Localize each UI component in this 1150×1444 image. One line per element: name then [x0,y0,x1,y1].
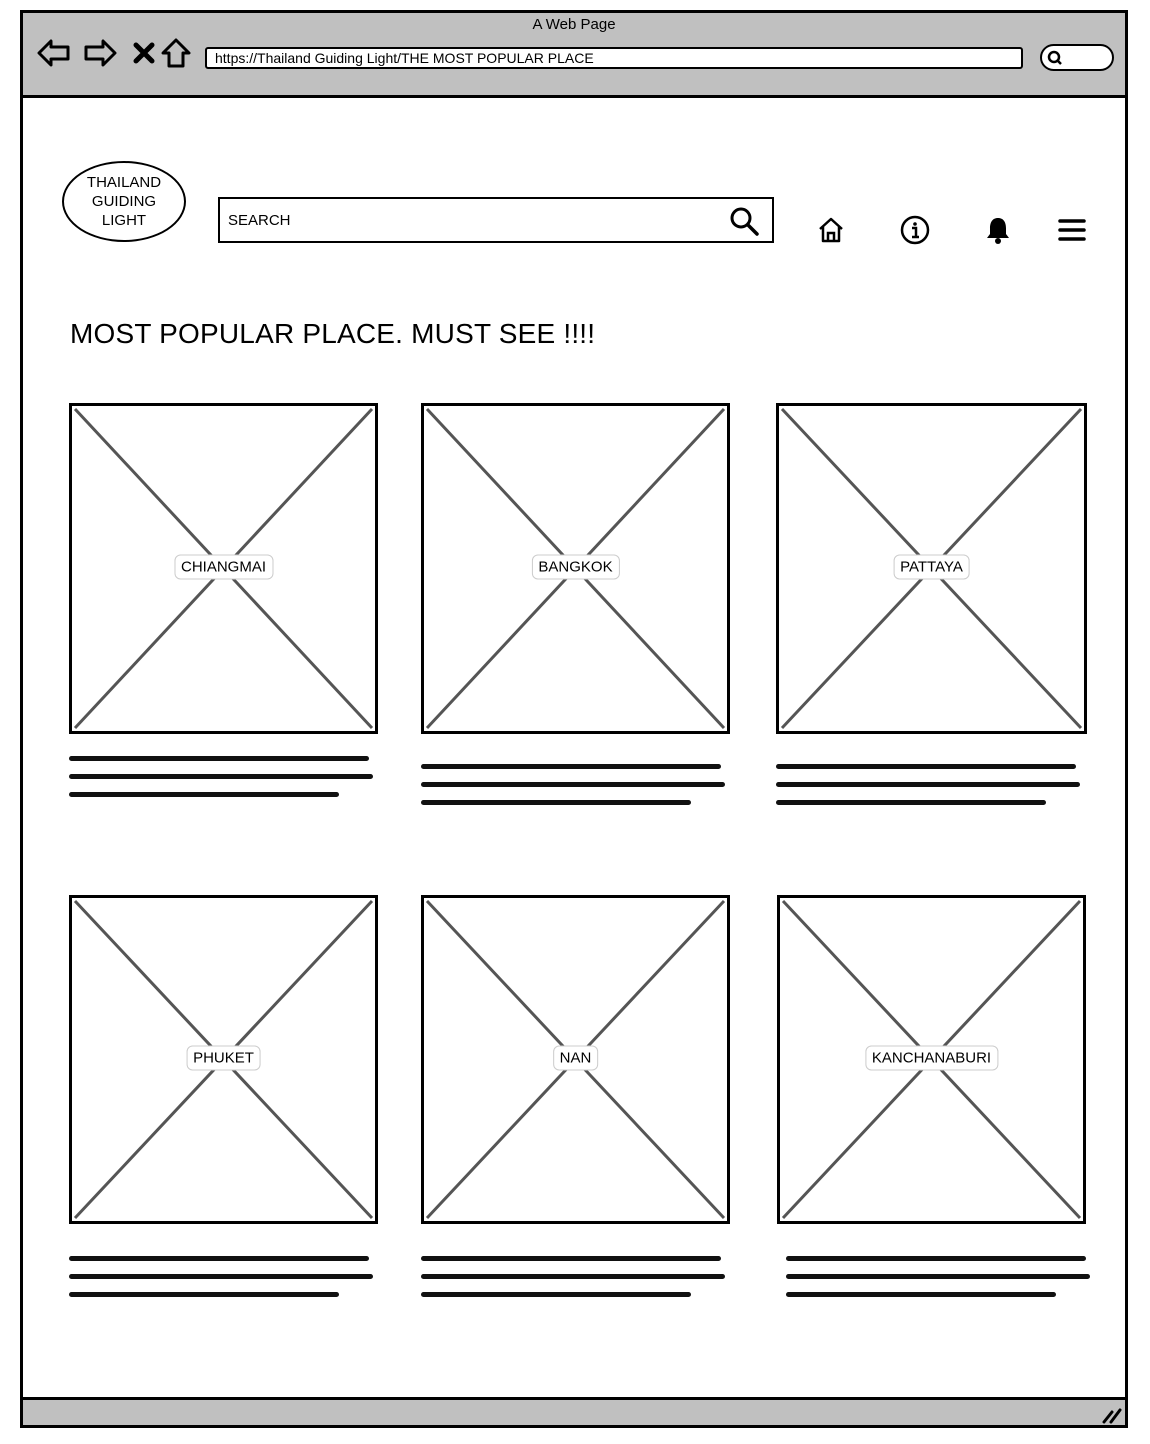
placeholder-description-text [69,1256,373,1310]
search-box[interactable] [218,197,774,243]
placeholder-description-text [69,756,373,810]
search-icon[interactable] [728,205,760,237]
scribble-line [776,764,1076,769]
scribble-line [69,756,369,761]
search-icon [1047,50,1062,65]
home-nav-icon[interactable] [159,36,193,70]
forward-arrow-icon[interactable] [83,36,117,70]
menu-icon[interactable] [1052,210,1092,250]
scribble-line [776,800,1046,805]
place-name-label: KANCHANABURI [864,1045,999,1070]
scribble-line [69,792,339,797]
scribble-line [69,774,373,779]
bell-icon[interactable] [978,210,1018,250]
scribble-line [421,800,691,805]
scribble-line [786,1274,1090,1279]
search-input[interactable] [228,209,708,231]
close-icon[interactable] [127,36,161,70]
place-name-label: NAN [552,1045,599,1070]
scribble-line [69,1256,369,1261]
scribble-line [421,782,725,787]
browser-statusbar [20,1397,1128,1428]
scribble-line [421,1274,725,1279]
placeholder-description-text [421,764,725,818]
scribble-line [786,1292,1056,1297]
info-icon[interactable] [895,210,935,250]
placeholder-description-text [786,1256,1090,1310]
scribble-line [786,1256,1086,1261]
scribble-line [776,782,1080,787]
scribble-line [421,764,721,769]
place-name-label: CHIANGMAI [173,554,274,579]
scribble-line [69,1292,339,1297]
scribble-line [421,1256,721,1261]
window-title: A Web Page [532,16,616,33]
back-arrow-icon[interactable] [37,36,71,70]
place-name-label: PATTAYA [893,554,970,579]
scribble-line [421,1292,691,1297]
placeholder-description-text [776,764,1080,818]
place-name-label: BANGKOK [531,554,620,579]
address-bar[interactable]: https://Thailand Guiding Light/THE MOST … [205,47,1023,69]
placeholder-description-text [421,1256,725,1310]
scribble-line [69,1274,373,1279]
home-icon[interactable] [811,210,851,250]
site-logo[interactable]: THAILAND GUIDING LIGHT [62,161,186,242]
logo-text: THAILAND GUIDING LIGHT [86,174,162,229]
page-title: MOST POPULAR PLACE. MUST SEE !!!! [70,318,596,349]
resize-grip-icon[interactable] [1100,1404,1124,1424]
browser-search-button[interactable] [1040,44,1114,71]
place-name-label: PHUKET [186,1045,261,1070]
